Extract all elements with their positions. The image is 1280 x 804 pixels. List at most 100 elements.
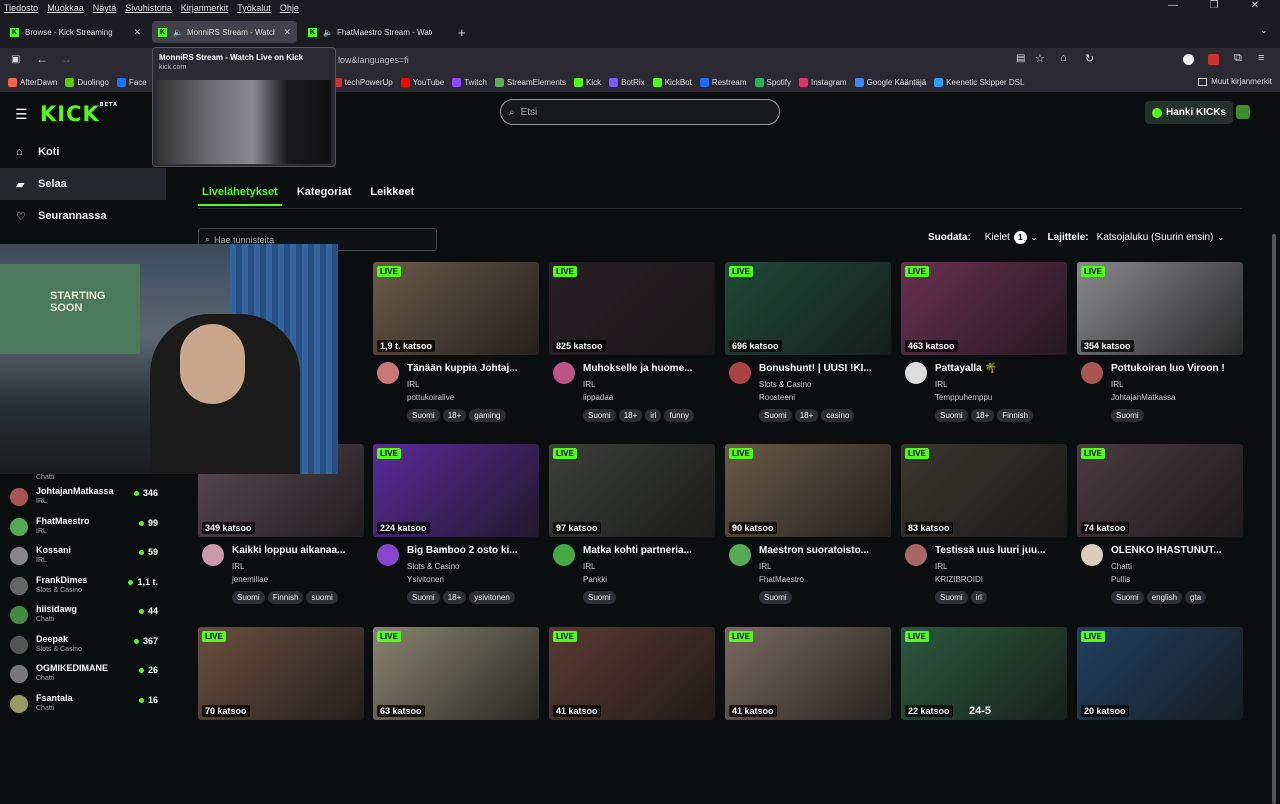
chevron-down-icon[interactable]: ⌄ [1031, 233, 1038, 242]
bookmark-instagram[interactable]: Instagram [798, 77, 847, 87]
account-icon[interactable] [1183, 54, 1194, 65]
speaker-icon[interactable]: 🔈 [323, 28, 333, 37]
stream-title[interactable]: Kaikki loppuu aikanaa... [232, 545, 362, 556]
search-input[interactable]: ⌕ Etsi [500, 99, 780, 125]
stream-tag[interactable]: Suomi [1111, 409, 1144, 422]
stream-tag[interactable]: 18+ [618, 409, 643, 422]
bookmark-spotify[interactable]: Spotify [754, 77, 791, 87]
stream-card[interactable]: LIVE 224 katsoo Big Bamboo 2 osto ki... Slo… [373, 444, 539, 609]
stream-tag[interactable]: Suomi [583, 591, 616, 604]
stream-title[interactable]: Muhokselle ja huome... [583, 363, 713, 374]
stream-tag[interactable]: Suomi [232, 591, 265, 604]
tab-leikkeet[interactable]: Leikkeet [366, 186, 418, 206]
stream-title[interactable]: OLENKO IHASTUNUT... [1111, 545, 1241, 556]
stream-title[interactable]: Tänään kuppia Johtaj... [407, 363, 537, 374]
bookmark-twitch[interactable]: Twitch [452, 77, 487, 87]
other-bookmarks[interactable]: Muut kirjanmerkit [1198, 77, 1272, 86]
stream-thumbnail[interactable]: LIVE 41 katsoo [549, 627, 715, 720]
hamburger-menu-icon[interactable]: ☰ [15, 106, 28, 123]
stream-category[interactable]: Slots & Casino [407, 562, 459, 571]
menu-item-näytä[interactable]: Näytä [93, 3, 117, 13]
reader-view-icon[interactable]: ▤ [1016, 53, 1025, 64]
kick-logo[interactable]: KICKBETA [40, 102, 118, 126]
following-item[interactable]: OGMIKEDIMANE Chatti 26 [0, 659, 166, 689]
stream-tag[interactable]: english [1146, 591, 1183, 604]
menu-item-sivuhistoria[interactable]: Sivuhistoria [125, 3, 172, 13]
bookmark-techpowerup[interactable]: techPowerUp [332, 77, 393, 87]
stream-title[interactable]: Pottukoiran luo Viroon ! [1111, 363, 1241, 374]
stream-category[interactable]: IRL [583, 562, 595, 571]
following-item[interactable]: Kossani IRL 59 [0, 541, 166, 571]
stream-card[interactable]: LIVE 354 katsoo Pottukoiran luo Viroon ! IR… [1077, 262, 1243, 427]
stream-card[interactable]: LIVE 1,9 t. katsoo Tänään kuppia Johtaj...… [373, 262, 539, 427]
stream-tag[interactable]: suomi [306, 591, 338, 604]
tab-fhatmaestro[interactable]: K 🔈 FhatMaestro Stream - Watc [302, 21, 447, 43]
stream-thumbnail[interactable]: LIVE 70 katsoo [198, 627, 364, 720]
stream-category[interactable]: IRL [583, 380, 595, 389]
following-item[interactable]: Deepak Slots & Casino 367 [0, 630, 166, 660]
channel-name[interactable]: KRIZIBROIDI [935, 575, 983, 584]
back-icon[interactable]: ← [36, 52, 48, 66]
stream-category[interactable]: IRL [232, 562, 244, 571]
channel-name[interactable]: Pankki [583, 575, 607, 584]
stream-card[interactable]: LIVE 22 katsoo 24-5 [901, 627, 1067, 720]
close-tab-icon[interactable]: ✕ [283, 27, 291, 38]
stream-category[interactable]: Slots & Casino [759, 380, 811, 389]
channel-avatar[interactable] [1081, 362, 1103, 384]
stream-tag[interactable]: casino [821, 409, 855, 422]
following-item[interactable]: JohtajanMatkassa IRL 346 [0, 482, 166, 512]
following-item[interactable]: hiisidawg Chatti 44 [0, 600, 166, 630]
bookmark-restream[interactable]: Restream [699, 77, 747, 87]
stream-card[interactable]: LIVE 74 katsoo OLENKO IHASTUNUT... Chatti Pu… [1077, 444, 1243, 609]
stream-tag[interactable]: 18+ [442, 409, 467, 422]
stream-tag[interactable]: irl [970, 591, 987, 604]
menu-item-tiedosto[interactable]: Tiedosto [4, 3, 38, 13]
nav-item-selaa[interactable]: ▰ Selaa [0, 168, 166, 200]
channel-name[interactable]: FhatMaestro [759, 575, 804, 584]
maximize-icon[interactable]: ❐ [1198, 0, 1230, 11]
stream-thumbnail[interactable]: LIVE 74 katsoo [1077, 444, 1243, 537]
stream-thumbnail[interactable]: LIVE 97 katsoo [549, 444, 715, 537]
stream-card[interactable]: LIVE 41 katsoo [549, 627, 715, 720]
get-kicks-button[interactable]: Hanki KICKs [1145, 101, 1234, 124]
channel-avatar[interactable] [729, 362, 751, 384]
stream-thumbnail[interactable]: LIVE 90 katsoo [725, 444, 891, 537]
tab-kategoriat[interactable]: Kategoriat [293, 186, 355, 206]
stream-tag[interactable]: gta [1185, 591, 1207, 604]
channel-name[interactable]: iippadaa [583, 393, 613, 402]
reload-icon[interactable]: ↻ [1085, 52, 1094, 65]
stream-card[interactable]: LIVE 83 katsoo Testissä uus luuri juu... IR… [901, 444, 1067, 609]
close-window-icon[interactable]: ✕ [1239, 0, 1271, 11]
stream-thumbnail[interactable]: LIVE 83 katsoo [901, 444, 1067, 537]
channel-name[interactable]: Ysivitonen [407, 575, 444, 584]
channel-name[interactable]: pottukoiralive [407, 393, 454, 402]
channel-name[interactable]: JohtajanMatkassa [1111, 393, 1175, 402]
stream-card[interactable]: LIVE 463 katsoo Pattayalla 🌴 IRL Temppuhempp… [901, 262, 1067, 427]
bookmark-kickbot[interactable]: KickBot [652, 77, 692, 87]
stream-title[interactable]: Maestron suoratoisto... [759, 545, 889, 556]
channel-avatar[interactable] [905, 544, 927, 566]
stream-thumbnail[interactable]: LIVE 1,9 t. katsoo [373, 262, 539, 355]
home-icon[interactable]: ⌂ [1060, 52, 1067, 64]
bookmark-botrix[interactable]: BotRix [609, 77, 645, 87]
stream-tag[interactable]: 18+ [970, 409, 995, 422]
stream-card[interactable]: LIVE 97 katsoo Matka kohti partneria... IRL… [549, 444, 715, 609]
stream-tag[interactable]: Suomi [407, 409, 440, 422]
menu-item-ohje[interactable]: Ohje [280, 3, 299, 13]
sidebar-toggle-icon[interactable]: ▣ [11, 54, 20, 65]
stream-thumbnail[interactable]: LIVE 696 katsoo [725, 262, 891, 355]
stream-category[interactable]: IRL [407, 380, 419, 389]
stream-card[interactable]: LIVE 70 katsoo [198, 627, 364, 720]
stream-title[interactable]: Pattayalla 🌴 [935, 363, 1065, 374]
stream-category[interactable]: IRL [935, 380, 947, 389]
stream-thumbnail[interactable]: LIVE 354 katsoo [1077, 262, 1243, 355]
stream-card[interactable]: LIVE 20 katsoo [1077, 627, 1243, 720]
bookmark-youtube[interactable]: YouTube [400, 77, 444, 87]
stream-title[interactable]: Bonushunt! | UUSI !KI... [759, 363, 889, 374]
menu-item-kirjanmerkit[interactable]: Kirjanmerkit [181, 3, 229, 13]
bookmark-kick[interactable]: Kick [574, 77, 601, 87]
menu-item-muokkaa[interactable]: Muokkaa [47, 3, 84, 13]
tab-monnirs[interactable]: K 🔈 MonniRS Stream - Watch ✕ [152, 21, 297, 43]
channel-name[interactable]: Pullis [1111, 575, 1130, 584]
stream-title[interactable]: Matka kohti partneria... [583, 545, 713, 556]
